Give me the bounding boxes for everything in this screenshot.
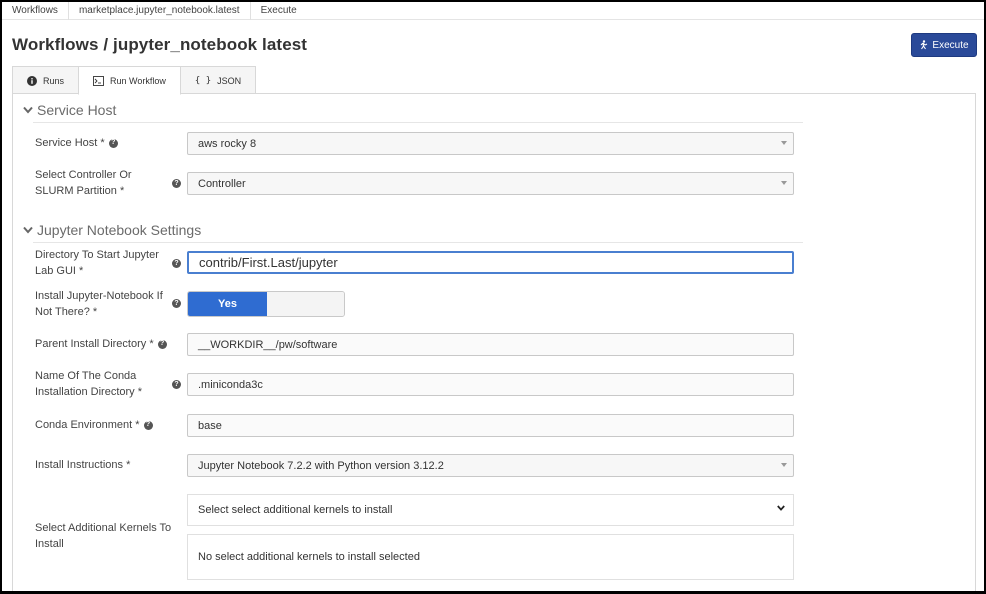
conda-env-input[interactable]: base bbox=[187, 414, 794, 437]
app-frame: Workflows marketplace.jupyter_notebook.l… bbox=[2, 2, 984, 591]
help-icon[interactable]: ? bbox=[172, 259, 181, 268]
directory-label: Directory To Start Jupyter Lab GUI * bbox=[35, 247, 159, 279]
caret-down-icon bbox=[781, 463, 787, 467]
controller-label-line2: SLURM Partition * bbox=[35, 185, 125, 197]
conda-dir-value: .miniconda3c bbox=[198, 378, 263, 391]
tab-json[interactable]: { } JSON bbox=[179, 66, 257, 94]
controller-label-line1: Select Controller Or bbox=[35, 169, 132, 181]
controller-label: Select Controller Or SLURM Partition * bbox=[35, 167, 132, 199]
parent-dir-label: Parent Install Directory *? bbox=[35, 336, 167, 352]
section-service-host-title: Service Host bbox=[37, 102, 117, 118]
controller-value: Controller bbox=[198, 177, 246, 190]
execute-button[interactable]: Execute bbox=[911, 33, 977, 57]
install-jupyter-toggle[interactable]: Yes bbox=[187, 291, 345, 317]
kernels-placeholder: Select select additional kernels to inst… bbox=[198, 504, 393, 516]
help-icon[interactable]: ? bbox=[157, 339, 167, 349]
execute-label: Execute bbox=[932, 39, 969, 51]
divider bbox=[33, 122, 803, 123]
directory-value: contrib/First.Last/jupyter bbox=[199, 255, 338, 270]
help-icon[interactable]: ? bbox=[143, 420, 153, 430]
help-icon[interactable]: ? bbox=[172, 299, 181, 308]
toggle-yes[interactable]: Yes bbox=[188, 292, 267, 316]
conda-env-label: Conda Environment *? bbox=[35, 417, 153, 433]
tab-bar: Runs Run Workflow { } JSON bbox=[12, 66, 257, 95]
chevron-down-icon bbox=[23, 106, 33, 114]
install-instructions-value: Jupyter Notebook 7.2.2 with Python versi… bbox=[198, 459, 444, 472]
install-instructions-select[interactable]: Jupyter Notebook 7.2.2 with Python versi… bbox=[187, 454, 794, 477]
parent-dir-value: __WORKDIR__/pw/software bbox=[198, 338, 338, 351]
section-service-host[interactable]: Service Host bbox=[23, 102, 116, 118]
help-icon[interactable]: ? bbox=[172, 179, 181, 188]
parent-dir-label-text: Parent Install Directory * bbox=[35, 338, 154, 350]
conda-dir-input[interactable]: .miniconda3c bbox=[187, 373, 794, 396]
tab-runs[interactable]: Runs bbox=[12, 66, 80, 94]
controller-select[interactable]: Controller bbox=[187, 172, 794, 195]
service-host-value: aws rocky 8 bbox=[198, 137, 257, 150]
directory-label-line1: Directory To Start Jupyter bbox=[35, 249, 159, 261]
caret-down-icon bbox=[781, 181, 787, 185]
kernels-label-line2: Install bbox=[35, 538, 64, 550]
install-jupyter-label-line1: Install Jupyter-Notebook If bbox=[35, 290, 163, 302]
kernels-label: Select Additional Kernels To Install bbox=[35, 520, 171, 552]
tab-run-workflow-label: Run Workflow bbox=[110, 75, 166, 86]
divider bbox=[33, 242, 803, 243]
page-title: Workflows / jupyter_notebook latest bbox=[12, 35, 308, 54]
conda-dir-label-line2: Installation Directory * bbox=[35, 386, 142, 398]
kernels-label-line1: Select Additional Kernels To bbox=[35, 522, 172, 534]
chevron-down-icon bbox=[777, 505, 785, 511]
conda-dir-label: Name Of The Conda Installation Directory… bbox=[35, 368, 142, 400]
kernels-multiselect[interactable]: Select select additional kernels to inst… bbox=[187, 494, 794, 526]
breadcrumb-execute[interactable]: Execute bbox=[251, 2, 307, 20]
parent-dir-input[interactable]: __WORKDIR__/pw/software bbox=[187, 333, 794, 356]
service-host-label: Service Host *? bbox=[35, 135, 118, 151]
toggle-no[interactable] bbox=[267, 292, 344, 316]
tab-run-workflow[interactable]: Run Workflow bbox=[78, 66, 181, 95]
section-jupyter-settings[interactable]: Jupyter Notebook Settings bbox=[23, 222, 201, 238]
breadcrumb-workflows[interactable]: Workflows bbox=[2, 2, 69, 20]
conda-dir-label-line1: Name Of The Conda bbox=[35, 370, 137, 382]
conda-env-label-text: Conda Environment * bbox=[35, 419, 140, 431]
caret-down-icon bbox=[781, 141, 787, 145]
terminal-icon bbox=[93, 75, 104, 86]
kernels-empty-text: No select additional kernels to install … bbox=[198, 551, 420, 563]
kernels-selected-list: No select additional kernels to install … bbox=[187, 534, 794, 580]
info-icon bbox=[27, 75, 37, 86]
install-jupyter-label-line2: Not There? * bbox=[35, 306, 98, 318]
tab-runs-label: Runs bbox=[43, 75, 65, 86]
install-instructions-label: Install Instructions * bbox=[35, 459, 131, 471]
help-icon[interactable]: ? bbox=[172, 380, 181, 389]
breadcrumb: Workflows marketplace.jupyter_notebook.l… bbox=[2, 2, 984, 20]
service-host-select[interactable]: aws rocky 8 bbox=[187, 132, 794, 155]
directory-input[interactable]: contrib/First.Last/jupyter bbox=[187, 251, 794, 274]
breadcrumb-workflow-name[interactable]: marketplace.jupyter_notebook.latest bbox=[69, 2, 251, 20]
tab-json-label: JSON bbox=[217, 75, 242, 86]
conda-env-value: base bbox=[198, 419, 222, 432]
service-host-label-text: Service Host * bbox=[35, 137, 105, 149]
run-icon bbox=[921, 40, 928, 50]
run-workflow-panel: Service Host Service Host *? aws rocky 8… bbox=[12, 93, 976, 591]
section-jupyter-settings-title: Jupyter Notebook Settings bbox=[37, 222, 202, 238]
help-icon[interactable]: ? bbox=[108, 138, 118, 148]
chevron-down-icon bbox=[23, 226, 33, 234]
directory-label-line2: Lab GUI * bbox=[35, 265, 84, 277]
braces-icon: { } bbox=[194, 75, 212, 86]
install-jupyter-label: Install Jupyter-Notebook If Not There? * bbox=[35, 288, 163, 320]
